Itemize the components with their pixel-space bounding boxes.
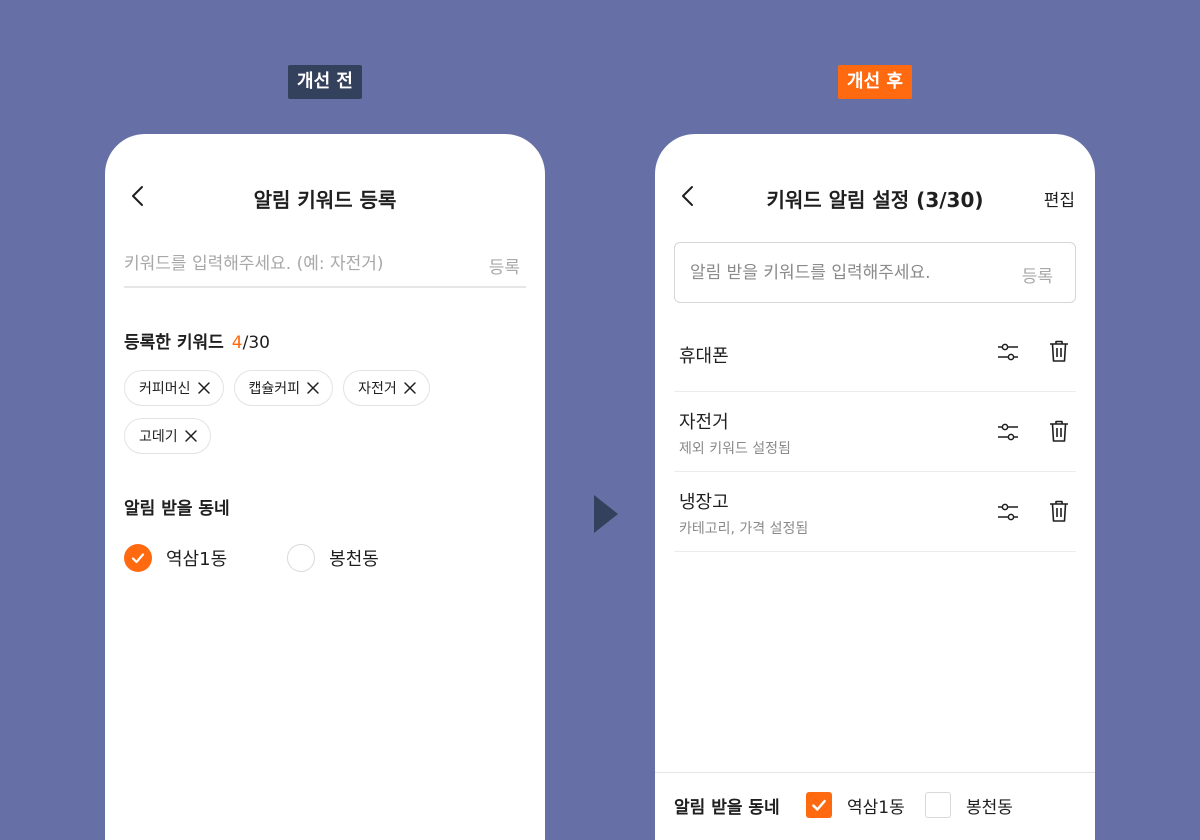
close-icon[interactable] [403,381,417,395]
checkbox-unchecked[interactable] [925,792,951,818]
list-item[interactable]: 휴대폰 [674,312,1076,392]
neighborhood-radio-group: 역삼1동 봉천동 [124,544,439,572]
registered-keywords-title: 등록한 키워드 [124,333,224,353]
keyword-chip: 자전거 [343,370,430,406]
chip-label: 캡슐커피 [248,381,301,397]
register-button[interactable]: 등록 [489,253,520,278]
keyword-count-current: 4 [231,333,243,353]
trash-icon[interactable] [1048,419,1070,443]
radio-label: 봉천동 [329,549,379,570]
chip-label: 커피머신 [139,381,191,397]
registered-keywords-heading: 등록한 키워드 4/30 [124,328,270,353]
keyword-name: 냉장고 [679,492,729,513]
page-title: 키워드 알림 설정 (3/30) [766,188,984,212]
check-icon [812,799,826,811]
filter-icon[interactable] [996,340,1020,364]
filter-icon[interactable] [996,420,1020,444]
before-screen: 알림 키워드 등록 등록 등록한 키워드 4/30 커피머신 캡슐커피 자전거 고… [105,134,545,840]
register-button[interactable]: 등록 [1022,262,1053,287]
after-screen: 키워드 알림 설정 (3/30) 편집 등록 휴대폰 자전거 제외 키워드 설정… [655,134,1095,840]
trash-icon[interactable] [1048,339,1070,363]
edit-button[interactable]: 편집 [1044,186,1075,211]
keyword-input-row: 등록 [124,246,526,288]
keyword-input[interactable] [124,246,464,282]
keyword-name: 자전거 [679,412,729,433]
keyword-name: 휴대폰 [679,346,729,367]
header: 알림 키워드 등록 [105,174,545,218]
keyword-input[interactable] [690,255,990,291]
keyword-setting-status: 제외 키워드 설정됨 [679,441,791,457]
keyword-chip: 커피머신 [124,370,224,406]
list-item[interactable]: 냉장고 카테고리, 가격 설정됨 [674,472,1076,552]
radio-label: 역삼1동 [166,549,228,570]
neighborhood-bar: 알림 받을 동네 역삼1동 봉천동 [655,772,1095,840]
neighborhood-title: 알림 받을 동네 [674,798,780,818]
chip-label: 자전거 [358,381,397,397]
list-item[interactable]: 자전거 제외 키워드 설정됨 [674,392,1076,472]
radio-checked[interactable] [124,544,152,572]
radio-option-yeoksam[interactable]: 역삼1동 [124,544,227,572]
keyword-count-max: /30 [242,333,270,353]
keyword-chip: 고데기 [124,418,211,454]
radio-unchecked[interactable] [287,544,316,572]
checkbox-label: 역삼1동 [847,797,905,818]
keyword-list: 휴대폰 자전거 제외 키워드 설정됨 냉장고 카테고리, 가격 설정됨 [674,312,1076,552]
page-title: 알림 키워드 등록 [253,188,397,212]
radio-option-bongcheon[interactable]: 봉천동 [287,544,379,572]
after-badge: 개선 후 [838,65,912,99]
checkbox-option-yeoksam[interactable]: 역삼1동 [806,792,905,818]
close-icon[interactable] [184,429,198,443]
keyword-input-box: 등록 [674,242,1076,303]
keyword-chip: 캡슐커피 [233,370,334,406]
play-arrow-icon [594,495,618,533]
check-icon [131,553,145,564]
keyword-chip-list: 커피머신 캡슐커피 자전거 고데기 [124,370,464,454]
neighborhood-title: 알림 받을 동네 [124,499,230,519]
checkbox-checked[interactable] [806,792,832,818]
before-badge: 개선 전 [288,65,362,99]
close-icon[interactable] [306,381,320,395]
header: 키워드 알림 설정 (3/30) 편집 [655,174,1095,218]
trash-icon[interactable] [1048,499,1070,523]
checkbox-option-bongcheon[interactable]: 봉천동 [925,792,1013,818]
checkbox-label: 봉천동 [966,797,1013,818]
keyword-count: 4/30 [232,333,270,353]
chip-label: 고데기 [139,429,178,445]
filter-icon[interactable] [996,500,1020,524]
keyword-setting-status: 카테고리, 가격 설정됨 [679,521,809,537]
close-icon[interactable] [197,381,211,395]
